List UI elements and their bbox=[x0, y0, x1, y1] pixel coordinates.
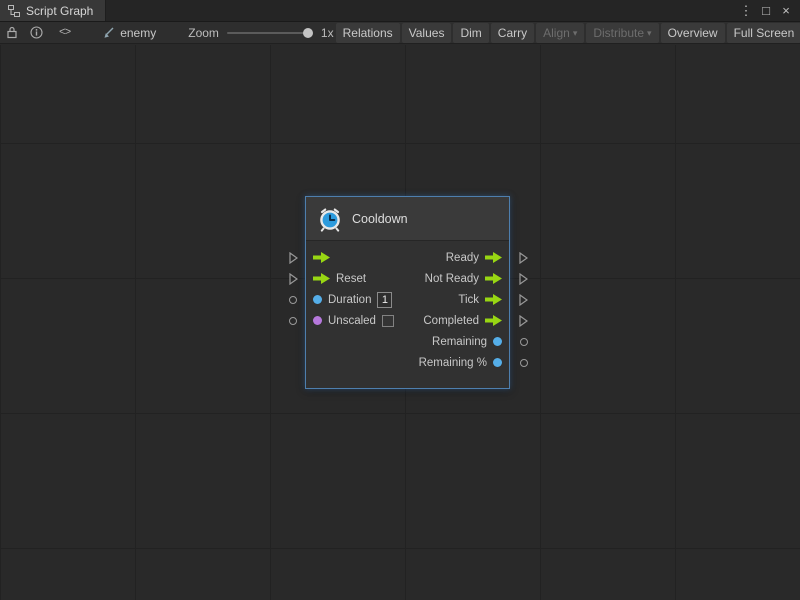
window-menu-icon[interactable]: ⋮ bbox=[738, 1, 754, 21]
toolbar-button-align[interactable]: Align▾ bbox=[536, 23, 584, 43]
node-port-row: Remaining % bbox=[306, 352, 509, 373]
input-port-duration[interactable] bbox=[313, 295, 322, 304]
row-right: Remaining % bbox=[408, 357, 510, 369]
input-port-reset[interactable] bbox=[313, 273, 330, 284]
tab-label: Script Graph bbox=[26, 4, 93, 18]
external-control-port[interactable] bbox=[289, 273, 298, 285]
toolbar-button-overview[interactable]: Overview bbox=[661, 23, 725, 43]
output-port-remaining[interactable] bbox=[493, 337, 502, 346]
toolbar-button-distribute[interactable]: Distribute▾ bbox=[586, 23, 658, 43]
node-header[interactable]: Cooldown bbox=[306, 197, 509, 241]
toolbar-button-label: Dim bbox=[460, 26, 481, 40]
row-right: Completed bbox=[408, 315, 510, 327]
tab-script-graph[interactable]: Script Graph bbox=[0, 0, 106, 21]
input-port-label: Duration bbox=[328, 294, 371, 306]
unscaled-checkbox[interactable] bbox=[382, 315, 394, 327]
input-port-unscaled[interactable] bbox=[313, 316, 322, 325]
window-controls: ⋮ □ × bbox=[738, 0, 800, 21]
toolbar-button-label: Overview bbox=[668, 26, 718, 40]
toolbar-button-values[interactable]: Values bbox=[402, 23, 452, 43]
row-left: Reset bbox=[306, 273, 408, 285]
external-value-port[interactable] bbox=[289, 296, 297, 304]
external-control-port[interactable] bbox=[519, 315, 528, 327]
node-port-row: Remaining bbox=[306, 331, 509, 352]
info-icon[interactable] bbox=[30, 22, 43, 44]
toolbar-button-relations[interactable]: Relations bbox=[336, 23, 400, 43]
maximize-icon[interactable]: □ bbox=[758, 1, 774, 21]
row-right: Ready bbox=[408, 252, 510, 264]
output-port-label: Tick bbox=[458, 294, 479, 306]
node-body: Ready Reset Not Ready Duration 1 Tick Unscaled… bbox=[306, 241, 509, 388]
toolbar-button-label: Align bbox=[543, 26, 570, 40]
row-left: Unscaled bbox=[306, 315, 408, 327]
node-port-row: Reset Not Ready bbox=[306, 268, 509, 289]
row-left: Duration 1 bbox=[306, 292, 408, 308]
output-port-ready[interactable] bbox=[485, 252, 502, 263]
output-port-completed[interactable] bbox=[485, 315, 502, 326]
zoom-label: Zoom bbox=[188, 26, 219, 40]
zoom-control: Zoom 1x bbox=[188, 26, 333, 40]
toolbar-button-label: Distribute bbox=[593, 26, 644, 40]
external-value-port[interactable] bbox=[520, 359, 528, 367]
chevron-down-icon: ▾ bbox=[573, 28, 578, 39]
node-title: Cooldown bbox=[352, 212, 408, 226]
window-titlebar: Script Graph ⋮ □ × bbox=[0, 0, 800, 22]
output-port-label: Remaining % bbox=[419, 357, 487, 369]
input-port-label: Reset bbox=[336, 273, 366, 285]
node-port-row: Duration 1 Tick bbox=[306, 289, 509, 310]
row-right: Not Ready bbox=[408, 273, 510, 285]
graph-pointer-icon bbox=[102, 22, 115, 44]
close-icon[interactable]: × bbox=[778, 1, 794, 21]
chevron-down-icon: ▾ bbox=[647, 28, 652, 39]
output-port-label: Remaining bbox=[432, 336, 487, 348]
zoom-slider-handle[interactable] bbox=[303, 28, 313, 38]
input-port-enter[interactable] bbox=[313, 252, 330, 263]
toolbar-button-full-screen[interactable]: Full Screen bbox=[727, 23, 800, 43]
duration-value-field[interactable]: 1 bbox=[377, 292, 392, 308]
external-control-port[interactable] bbox=[289, 252, 298, 264]
code-view-icon[interactable]: <> bbox=[59, 22, 70, 44]
lock-icon[interactable] bbox=[6, 22, 18, 44]
script-graph-icon bbox=[8, 5, 20, 17]
toolbar-button-carry[interactable]: Carry bbox=[491, 23, 534, 43]
graph-breadcrumb-name[interactable]: enemy bbox=[120, 26, 156, 40]
alarm-clock-icon bbox=[317, 206, 343, 232]
external-value-port[interactable] bbox=[520, 338, 528, 346]
node-port-row: Ready bbox=[306, 247, 509, 268]
zoom-slider[interactable] bbox=[227, 32, 313, 34]
toolbar-button-label: Values bbox=[409, 26, 445, 40]
toolbar-button-dim[interactable]: Dim bbox=[453, 23, 488, 43]
toolbar-button-label: Relations bbox=[343, 26, 393, 40]
external-value-port[interactable] bbox=[289, 317, 297, 325]
cooldown-node[interactable]: Cooldown Ready Reset Not Ready Duration 1 Tic… bbox=[305, 196, 510, 389]
toolbar-button-label: Full Screen bbox=[734, 26, 795, 40]
row-right: Remaining bbox=[408, 336, 510, 348]
external-control-port[interactable] bbox=[519, 294, 528, 306]
output-port-label: Completed bbox=[423, 315, 479, 327]
node-port-row: Unscaled Completed bbox=[306, 310, 509, 331]
graph-canvas[interactable]: Cooldown Ready Reset Not Ready Duration 1 Tic… bbox=[0, 45, 800, 600]
external-control-port[interactable] bbox=[519, 273, 528, 285]
row-right: Tick bbox=[408, 294, 510, 306]
external-control-port[interactable] bbox=[519, 252, 528, 264]
output-port-tick[interactable] bbox=[485, 294, 502, 305]
graph-toolbar: <> enemy Zoom 1x Relations Values Dim Carry… bbox=[0, 22, 800, 44]
output-port-not-ready[interactable] bbox=[485, 273, 502, 284]
toolbar-buttons: RelationsValuesDimCarryAlign▾Distribute▾… bbox=[334, 22, 800, 44]
row-left bbox=[306, 252, 408, 263]
output-port-label: Not Ready bbox=[425, 273, 479, 285]
input-port-label: Unscaled bbox=[328, 315, 376, 327]
toolbar-button-label: Carry bbox=[498, 26, 527, 40]
output-port-remaining[interactable] bbox=[493, 358, 502, 367]
zoom-value: 1x bbox=[321, 26, 334, 40]
output-port-label: Ready bbox=[446, 252, 479, 264]
